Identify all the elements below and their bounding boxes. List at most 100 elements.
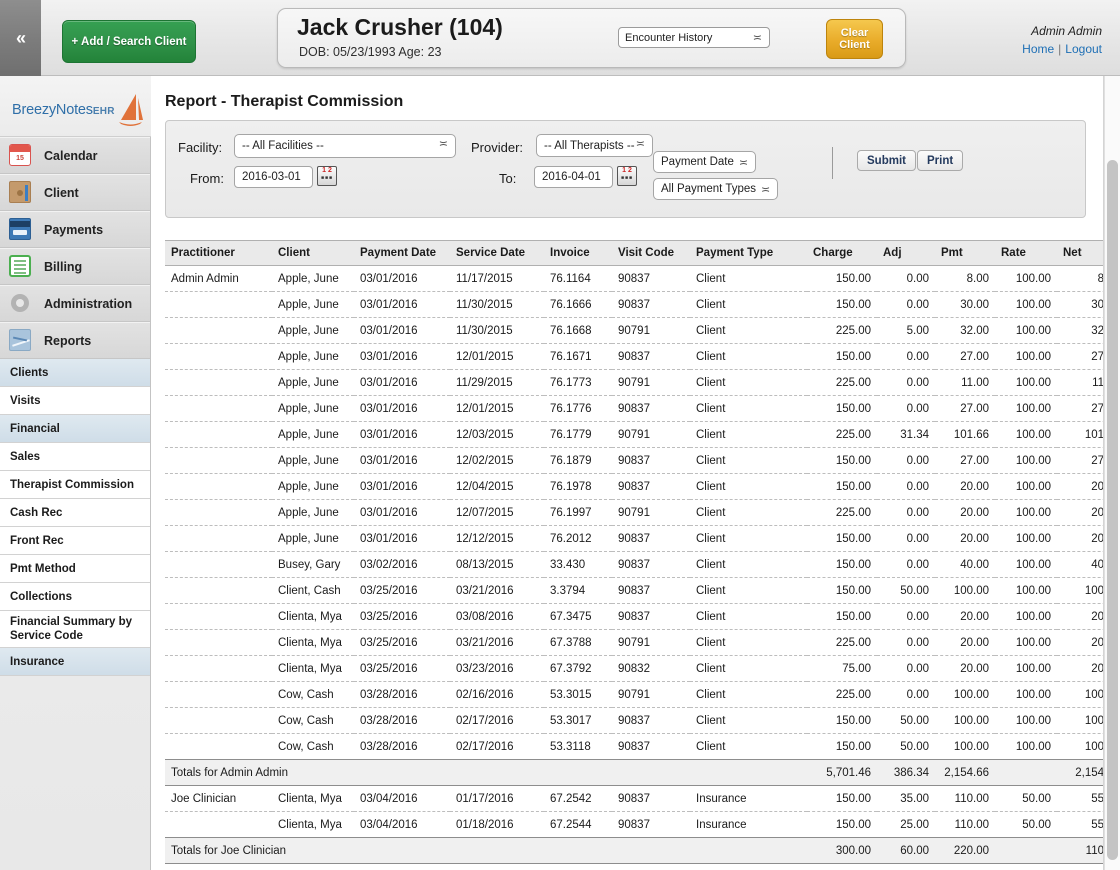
cell-client: Apple, June — [272, 526, 354, 552]
cell-invoice: 76.1668 — [544, 318, 612, 344]
cell-client: Apple, June — [272, 474, 354, 500]
cell-charge: 150.00 — [807, 708, 877, 734]
clear-client-button[interactable]: Clear Client — [826, 19, 883, 59]
cell-client: Cow, Cash — [272, 682, 354, 708]
cell-adj: 0.00 — [877, 292, 935, 318]
sidebar-item-financial-summary-by-service-code[interactable]: Financial Summary by Service Code — [0, 611, 150, 648]
sidebar-item-financial[interactable]: Financial — [0, 415, 150, 443]
cell-payment-date: 03/01/2016 — [354, 422, 450, 448]
provider-value: -- All Therapists -- — [544, 140, 635, 152]
page-scrollbar-track[interactable] — [1104, 76, 1120, 870]
cell-adj: 0.00 — [877, 448, 935, 474]
cell-pmt: 100.00 — [935, 578, 995, 604]
chevron-down-icon: ≍ — [739, 156, 748, 169]
collapse-sidebar-icon[interactable]: « — [0, 0, 41, 76]
cell-pmt: 40.00 — [935, 552, 995, 578]
column-header-invoice[interactable]: Invoice — [544, 241, 612, 266]
column-header-rate[interactable]: Rate — [995, 241, 1057, 266]
sidebar-item-administration[interactable]: Administration — [0, 285, 150, 322]
cell-payment-type: Client — [690, 708, 807, 734]
sidebar-item-collections[interactable]: Collections — [0, 583, 150, 611]
column-header-service-date[interactable]: Service Date — [450, 241, 544, 266]
to-label: To: — [499, 171, 516, 186]
add-search-client-button[interactable]: + Add / Search Client — [62, 20, 196, 63]
date-type-select[interactable]: Payment Date ≍ — [653, 151, 756, 173]
calendar-icon: 15 — [9, 144, 33, 168]
print-button[interactable]: Print — [917, 150, 963, 171]
sidebar-item-front-rec[interactable]: Front Rec — [0, 527, 150, 555]
cell-rate: 100.00 — [995, 734, 1057, 760]
from-date-input[interactable]: 2016-03-01 — [234, 166, 313, 188]
cell-rate: 100.00 — [995, 552, 1057, 578]
payment-type-select[interactable]: All Payment Types ≍ — [653, 178, 778, 200]
provider-select[interactable]: -- All Therapists -- ≍ — [536, 134, 653, 157]
cell-pmt: 20.00 — [935, 630, 995, 656]
sidebar-item-sales[interactable]: Sales — [0, 443, 150, 471]
cell-invoice: 76.1164 — [544, 266, 612, 292]
cell-service-date: 03/21/2016 — [450, 630, 544, 656]
sidebar-item-calendar[interactable]: 15 Calendar — [0, 137, 150, 174]
sidebar-item-payments[interactable]: Payments — [0, 211, 150, 248]
logout-link[interactable]: Logout — [1065, 42, 1102, 56]
table-row: Apple, June03/01/201611/30/201576.166890… — [165, 318, 1120, 344]
cell-payment-type: Client — [690, 266, 807, 292]
submit-button[interactable]: Submit — [857, 150, 916, 171]
sidebar-item-insurance[interactable]: Insurance — [0, 648, 150, 676]
cell-payment-date: 03/25/2016 — [354, 630, 450, 656]
cell-payment-date: 03/01/2016 — [354, 448, 450, 474]
column-header-practitioner[interactable]: Practitioner — [165, 241, 272, 266]
column-header-visit-code[interactable]: Visit Code — [612, 241, 690, 266]
cell-client: Apple, June — [272, 396, 354, 422]
cell-payment-date: 03/25/2016 — [354, 604, 450, 630]
sidebar-item-cash-rec[interactable]: Cash Rec — [0, 499, 150, 527]
sidebar-item-billing[interactable]: Billing — [0, 248, 150, 285]
cell-adj: 0.00 — [877, 396, 935, 422]
from-date-calendar-icon[interactable]: 1 2■■■ — [317, 166, 337, 186]
report-table-container: Practitioner Client Payment Date Service… — [165, 240, 1086, 860]
sidebar-item-pmt-method[interactable]: Pmt Method — [0, 555, 150, 583]
column-header-payment-date[interactable]: Payment Date — [354, 241, 450, 266]
table-row: Cow, Cash03/28/201602/16/201653.30159079… — [165, 682, 1120, 708]
therapist-commission-table: Practitioner Client Payment Date Service… — [165, 240, 1120, 864]
facility-select[interactable]: -- All Facilities -- ≍ — [234, 134, 456, 158]
cell-adj: 0.00 — [877, 604, 935, 630]
column-header-pmt[interactable]: Pmt — [935, 241, 995, 266]
brand-logo[interactable]: BreezyNotesEHR — [0, 76, 151, 137]
cell-invoice: 3.3794 — [544, 578, 612, 604]
cell-invoice: 76.1776 — [544, 396, 612, 422]
cell-charge: 150.00 — [807, 734, 877, 760]
cell-invoice: 33.430 — [544, 552, 612, 578]
cell-payment-type: Client — [690, 526, 807, 552]
to-date-calendar-icon[interactable]: 1 2■■■ — [617, 166, 637, 186]
cell-payment-date: 03/01/2016 — [354, 344, 450, 370]
home-link[interactable]: Home — [1022, 42, 1054, 56]
sidebar-item-reports[interactable]: Reports — [0, 322, 150, 359]
column-header-payment-type[interactable]: Payment Type — [690, 241, 807, 266]
cell-pmt: 30.00 — [935, 292, 995, 318]
cell-charge: 150.00 — [807, 812, 877, 838]
column-header-charge[interactable]: Charge — [807, 241, 877, 266]
cell-payment-type: Client — [690, 396, 807, 422]
sidebar-item-clients[interactable]: Clients — [0, 359, 150, 387]
cell-practitioner — [165, 292, 272, 318]
cell-client: Apple, June — [272, 266, 354, 292]
sidebar-item-visits[interactable]: Visits — [0, 387, 150, 415]
column-header-client[interactable]: Client — [272, 241, 354, 266]
sidebar-item-client[interactable]: Client — [0, 174, 150, 211]
cell-pmt: 27.00 — [935, 448, 995, 474]
logo-name: BreezyNotes — [12, 102, 93, 118]
cell-service-date: 03/23/2016 — [450, 656, 544, 682]
table-row: Apple, June03/01/201612/01/201576.177690… — [165, 396, 1120, 422]
table-row: Clienta, Mya03/25/201603/21/201667.37889… — [165, 630, 1120, 656]
cell-client: Clienta, Mya — [272, 604, 354, 630]
cell-visit-code — [612, 760, 690, 786]
column-header-adj[interactable]: Adj — [877, 241, 935, 266]
cell-rate: 100.00 — [995, 448, 1057, 474]
page-scrollbar-thumb[interactable] — [1107, 160, 1118, 860]
chevron-down-icon: ≍ — [636, 137, 645, 150]
credit-card-icon — [9, 218, 33, 242]
cell-practitioner: Totals for Admin Admin — [165, 760, 272, 786]
sidebar-item-therapist-commission[interactable]: Therapist Commission — [0, 471, 150, 499]
encounter-history-select[interactable]: Encounter History ≍ — [618, 27, 770, 48]
to-date-input[interactable]: 2016-04-01 — [534, 166, 613, 188]
